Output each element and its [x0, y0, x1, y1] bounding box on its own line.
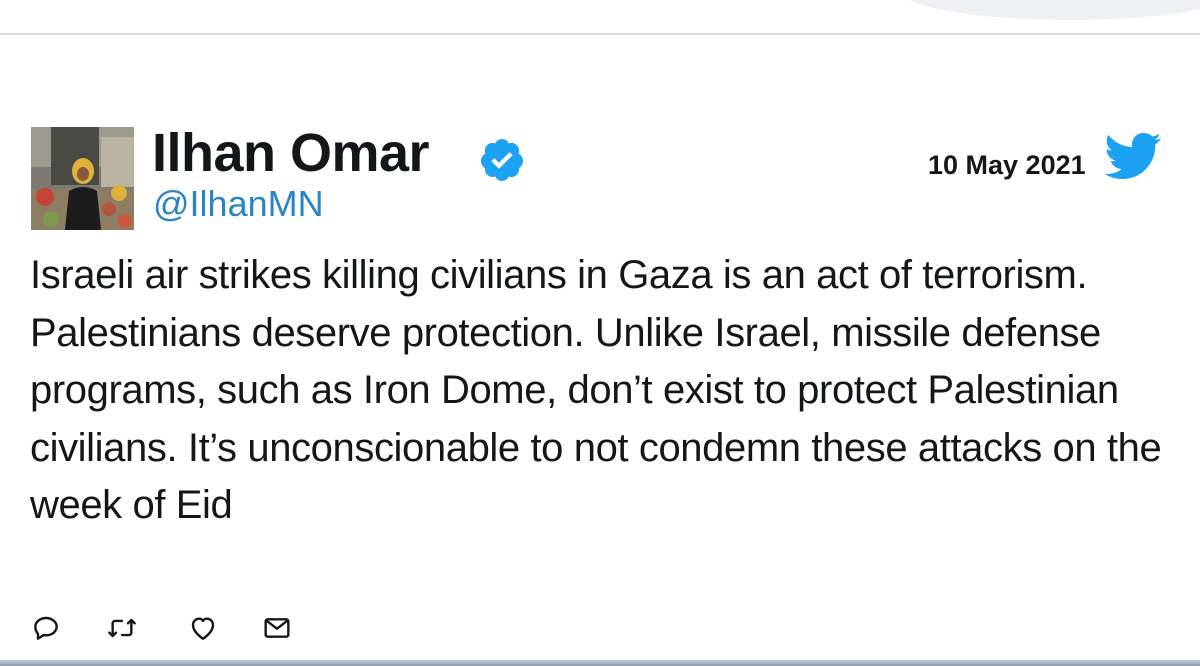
author-name[interactable]: Ilhan Omar — [152, 122, 430, 184]
like-heart-icon[interactable] — [187, 612, 219, 644]
verified-badge-icon — [481, 139, 523, 181]
author-handle[interactable]: @IlhanMN — [153, 183, 324, 225]
top-background-strip — [0, 0, 1200, 34]
tweet-text: Israeli air strikes killing civilians in… — [30, 253, 1162, 527]
bottom-divider — [0, 660, 1200, 666]
twitter-bird-icon — [1104, 132, 1162, 180]
tweet-date[interactable]: 10 May 2021 — [928, 150, 1086, 181]
avatar[interactable] — [31, 127, 134, 230]
reply-icon[interactable] — [30, 612, 62, 644]
direct-message-icon[interactable] — [261, 612, 293, 644]
retweet-icon[interactable] — [106, 612, 138, 644]
